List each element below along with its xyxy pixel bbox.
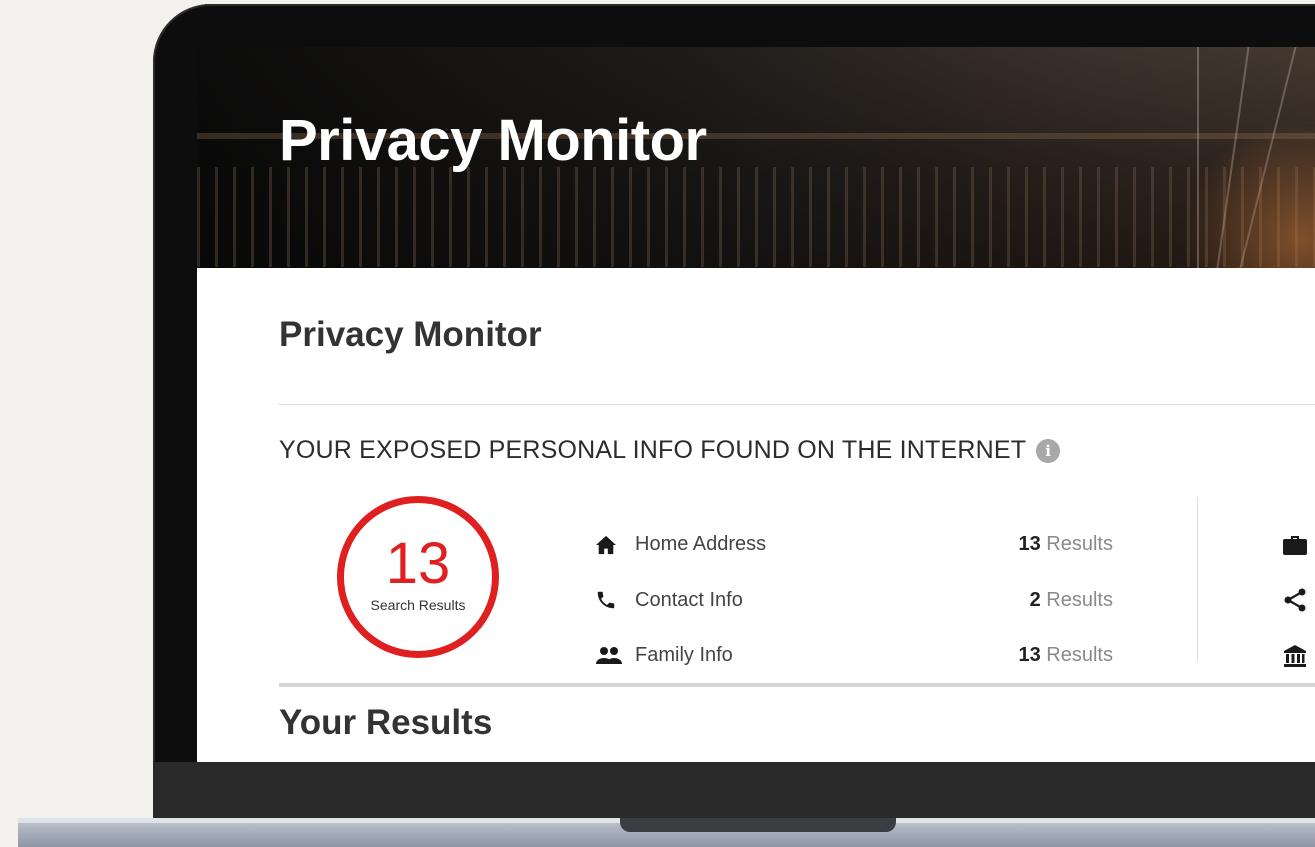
phone-icon — [595, 588, 623, 612]
results-title: Your Results — [279, 703, 493, 742]
page-title: Privacy Monitor — [279, 315, 542, 354]
hero-banner: Privacy Monitor — [197, 47, 1315, 268]
hero-glow — [1175, 127, 1315, 268]
home-icon — [595, 533, 623, 557]
vertical-divider — [1197, 497, 1198, 662]
share-icon[interactable] — [1282, 573, 1308, 629]
laptop-notch — [620, 818, 896, 832]
people-icon — [595, 644, 623, 668]
info-icon[interactable]: i — [1036, 438, 1061, 463]
exposure-heading-text: YOUR EXPOSED PERSONAL INFO FOUND ON THE … — [279, 436, 1027, 464]
hero-title: Privacy Monitor — [279, 108, 707, 173]
category-count: 13 Results — [1018, 533, 1113, 556]
category-list: Home Address 13 Results Contact Info 2 R… — [595, 517, 1113, 684]
category-label: Home Address — [635, 533, 767, 556]
screen: Privacy Monitor Privacy Monitor YOUR EXP… — [197, 47, 1315, 762]
category-count: 2 Results — [1029, 588, 1113, 611]
search-results-score: 13 Search Results — [337, 496, 499, 658]
score-value: 13 — [385, 531, 451, 596]
category-label: Family Info — [635, 644, 733, 667]
category-row-contact-info[interactable]: Contact Info 2 Results — [595, 573, 1113, 629]
hero-railing — [197, 167, 1315, 267]
category-row-family-info[interactable]: Family Info 13 Results — [595, 628, 1113, 684]
score-label: Search Results — [370, 597, 466, 613]
laptop-bezel — [153, 762, 1315, 822]
exposure-heading: YOUR EXPOSED PERSONAL INFO FOUND ON THE … — [279, 436, 1061, 465]
section-divider — [279, 683, 1315, 687]
category-count: 13 Results — [1018, 644, 1113, 667]
briefcase-icon[interactable] — [1282, 517, 1308, 573]
category-label: Contact Info — [635, 588, 743, 611]
category-list-2 — [1282, 517, 1308, 684]
category-row-home-address[interactable]: Home Address 13 Results — [595, 517, 1113, 573]
divider — [279, 404, 1315, 405]
bank-icon[interactable] — [1282, 628, 1308, 684]
